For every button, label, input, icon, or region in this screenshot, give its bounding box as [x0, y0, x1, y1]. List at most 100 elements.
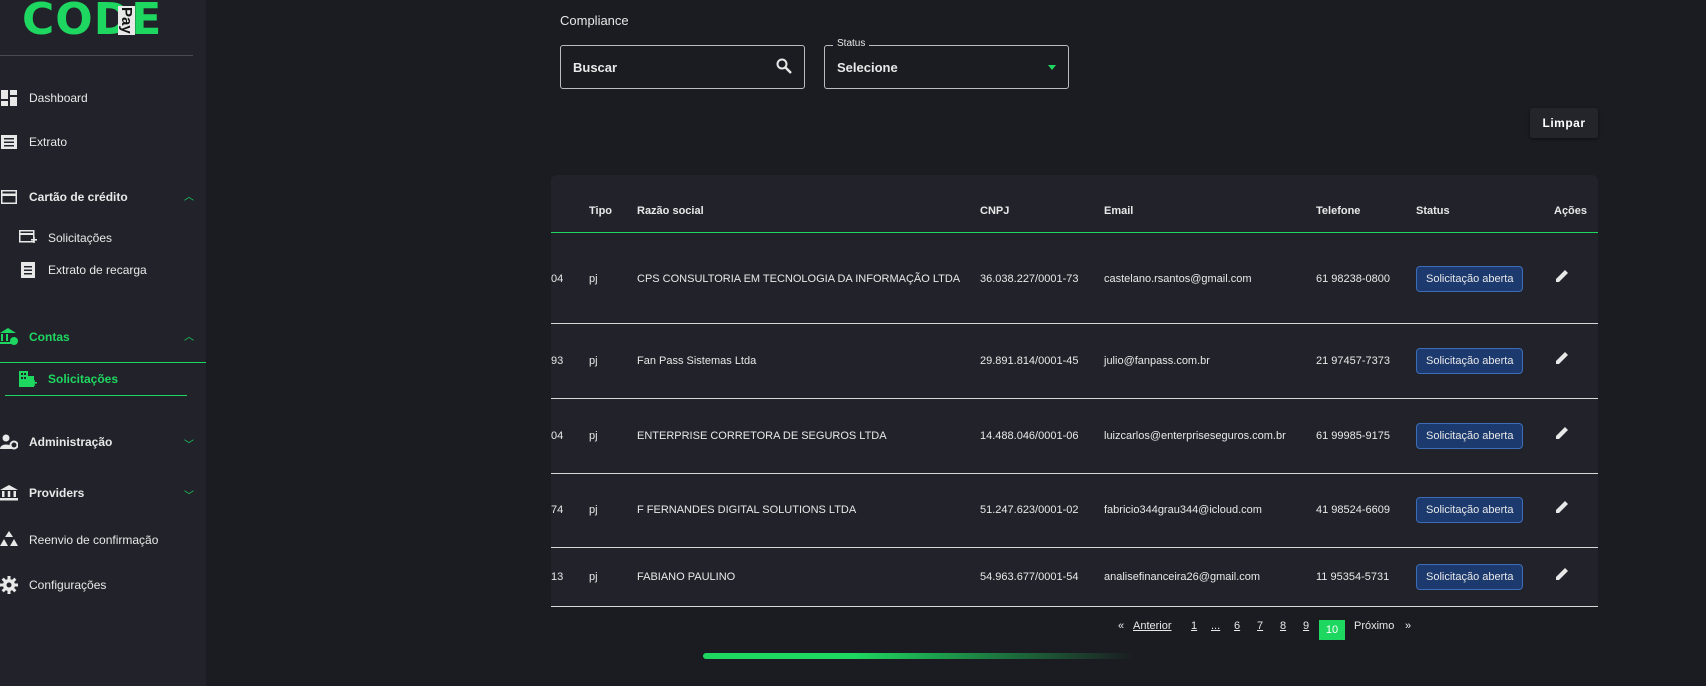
pagination-prev-symbol: « [1118, 620, 1125, 632]
pagination-page[interactable]: 7 [1257, 620, 1263, 632]
cell-email: analisefinanceira26@gmail.com [1104, 571, 1261, 583]
status-badge: Solicitação aberta [1416, 564, 1524, 590]
gear-icon [0, 576, 18, 594]
cell-razao-social: Fan Pass Sistemas Ltda [637, 355, 757, 367]
horizontal-scrollbar[interactable] [703, 653, 1133, 659]
edit-icon[interactable] [1554, 268, 1570, 289]
sidebar-item-cartao-de-credito[interactable]: Cartão de crédito [0, 188, 128, 206]
cell-id: 04 [551, 430, 564, 442]
sidebar-item-dashboard[interactable]: Dashboard [0, 89, 88, 107]
column-header-email: Email [1104, 205, 1134, 217]
cell-telefone: 11 95354-5731 [1316, 571, 1390, 583]
sidebar-item-configuracoes[interactable]: Configurações [0, 576, 106, 594]
header-divider [551, 232, 1598, 233]
credit-card-icon [0, 188, 18, 206]
row-divider [551, 473, 1598, 474]
column-header-tipo: Tipo [589, 205, 613, 217]
cell-id: 13 [551, 571, 564, 583]
pagination-page[interactable]: 1 [1191, 620, 1197, 632]
cell-cnpj: 51.247.623/0001-02 [980, 504, 1079, 516]
bank-icon [0, 484, 18, 502]
sidebar-item-label: Reenvio de confirmação [29, 533, 159, 547]
cell-email: luizcarlos@enterpriseseguros.com.br [1104, 430, 1286, 442]
pagination-next[interactable]: Próximo [1354, 620, 1394, 632]
sidebar-item-administracao[interactable]: Administração [0, 433, 112, 451]
cell-tipo: pj [589, 355, 598, 367]
pagination-next-symbol: » [1405, 620, 1412, 632]
chevron-up-icon[interactable]: ︿ [184, 328, 194, 343]
search-input[interactable]: Buscar [560, 45, 805, 89]
cell-email: castelano.rsantos@gmail.com [1104, 273, 1252, 285]
row-divider [551, 323, 1598, 324]
cell-telefone: 21 97457-7373 [1316, 355, 1391, 367]
card-add-icon [19, 229, 37, 247]
sidebar-item-label: Contas [29, 330, 70, 344]
accounts-table: Tipo Razão social CNPJ Email Telefone St… [551, 175, 1598, 607]
cell-tipo: pj [589, 571, 598, 583]
sidebar-item-label: Configurações [29, 578, 107, 592]
row-divider [551, 606, 1598, 607]
row-divider [551, 398, 1598, 399]
clear-filters-button[interactable]: Limpar [1530, 108, 1598, 138]
bank-account-icon [0, 328, 18, 346]
pagination-page[interactable]: 6 [1234, 620, 1240, 632]
pagination-page[interactable]: 9 [1303, 620, 1309, 632]
logo-text: CODE [22, 0, 163, 45]
cell-razao-social: ENTERPRISE CORRETORA DE SEGUROS LTDA [637, 430, 887, 442]
caret-down-icon [1048, 65, 1056, 70]
sidebar-item-reenvio-de-confirmacao[interactable]: Reenvio de confirmação [0, 531, 158, 549]
sidebar: CODE Pay Dashboard Extrato Cartão de cré… [0, 0, 206, 686]
status-select-legend: Status [833, 38, 870, 49]
cell-cnpj: 36.038.227/0001-73 [980, 273, 1079, 285]
chevron-up-icon[interactable]: ︿ [184, 188, 194, 203]
admin-icon [0, 433, 18, 451]
status-select[interactable]: Status Selecione [824, 38, 1069, 89]
row-divider [551, 547, 1598, 548]
cell-cnpj: 54.963.677/0001-54 [980, 571, 1079, 583]
chevron-down-icon[interactable]: ﹀ [184, 487, 194, 502]
sidebar-item-label: Dashboard [29, 91, 88, 105]
pagination-prev[interactable]: Anterior [1133, 620, 1172, 632]
status-select-value: Selecione [837, 60, 898, 75]
edit-icon[interactable] [1554, 350, 1570, 371]
cell-email: fabricio344grau344@icloud.com [1104, 504, 1262, 516]
active-indicator [0, 362, 206, 363]
cell-tipo: pj [589, 273, 598, 285]
cell-tipo: pj [589, 504, 598, 516]
chevron-down-icon[interactable]: ﹀ [184, 436, 194, 451]
cell-telefone: 61 99985-9175 [1316, 430, 1391, 442]
status-badge: Solicitação aberta [1416, 348, 1524, 374]
cell-razao-social: CPS CONSULTORIA EM TECNOLOGIA DA INFORMA… [637, 273, 961, 285]
sidebar-item-contas[interactable]: Contas [0, 328, 70, 346]
pagination-page[interactable]: 8 [1280, 620, 1286, 632]
sidebar-item-extrato[interactable]: Extrato [0, 133, 67, 151]
sidebar-item-label: Cartão de crédito [29, 190, 128, 204]
column-header-telefone: Telefone [1316, 205, 1361, 217]
building-add-icon [19, 370, 37, 388]
sidebar-item-label: Providers [29, 486, 85, 500]
search-icon[interactable] [776, 58, 792, 79]
sidebar-item-label: Solicitações [48, 231, 113, 245]
edit-icon[interactable] [1554, 499, 1570, 520]
edit-icon[interactable] [1554, 425, 1570, 446]
cell-id: 74 [551, 504, 564, 516]
list-icon [0, 133, 18, 151]
cell-tipo: pj [589, 430, 598, 442]
edit-icon[interactable] [1554, 566, 1570, 587]
cell-cnpj: 29.891.814/0001-45 [980, 355, 1079, 367]
cell-cnpj: 14.488.046/0001-06 [980, 430, 1079, 442]
sidebar-item-providers[interactable]: Providers [0, 484, 84, 502]
sidebar-item-cartao-solicitacoes[interactable]: Solicitações [19, 229, 112, 247]
cell-razao-social: F FERNANDES DIGITAL SOLUTIONS LTDA [637, 504, 857, 516]
column-header-razao-social: Razão social [637, 205, 704, 217]
status-badge: Solicitação aberta [1416, 266, 1524, 292]
sidebar-item-extrato-de-recarga[interactable]: Extrato de recarga [19, 261, 147, 279]
column-header-cnpj: CNPJ [980, 205, 1010, 217]
dashboard-icon [0, 89, 18, 107]
status-badge: Solicitação aberta [1416, 423, 1524, 449]
sidebar-item-contas-solicitacoes[interactable]: Solicitações [19, 370, 118, 388]
column-header-acoes: Ações [1554, 205, 1588, 217]
page-title: Compliance [560, 13, 629, 28]
pagination-current-page[interactable]: 10 [1319, 620, 1345, 640]
sidebar-divider [0, 55, 193, 56]
